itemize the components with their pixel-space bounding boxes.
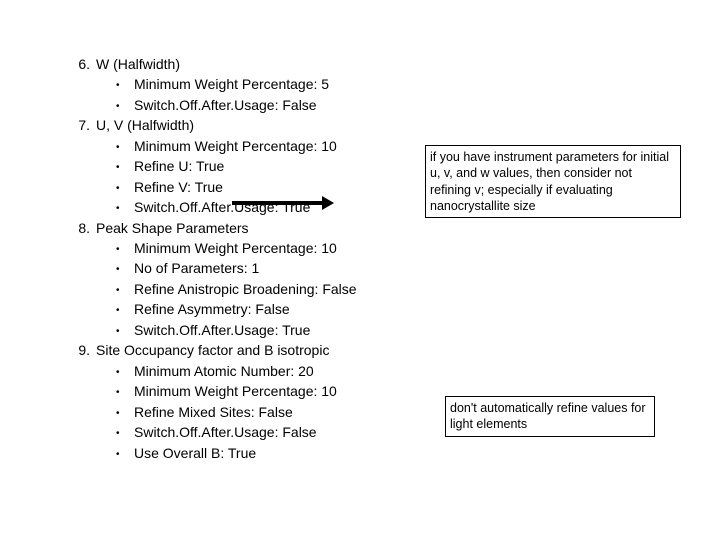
sub-item-text: Minimum Weight Percentage: 5 <box>134 74 329 94</box>
sub-item-text: Switch.Off.After.Usage: False <box>134 422 317 442</box>
bullet-icon: • <box>116 427 134 442</box>
sub-item-text: No of Parameters: 1 <box>134 258 259 278</box>
sub-item: •Switch.Off.After.Usage: False <box>116 95 672 116</box>
sub-item-text: Use Overall B: True <box>134 443 256 463</box>
item-number: 7. <box>72 115 96 135</box>
bullet-icon: • <box>116 304 134 319</box>
bullet-icon: • <box>116 263 134 278</box>
bullet-icon: • <box>116 366 134 381</box>
sub-item-text: Refine U: True <box>134 156 224 176</box>
bullet-icon: • <box>116 448 134 463</box>
sub-item-text: Switch.Off.After.Usage: False <box>134 95 317 115</box>
sub-item: •Minimum Atomic Number: 20 <box>116 361 672 382</box>
sub-item-text: Minimum Weight Percentage: 10 <box>134 136 337 156</box>
sub-item-text: Refine Anistropic Broadening: False <box>134 279 357 299</box>
sub-item-text: Minimum Weight Percentage: 10 <box>134 381 337 401</box>
bullet-icon: • <box>116 161 134 176</box>
sub-item-text: Refine Mixed Sites: False <box>134 402 293 422</box>
note-box-1: if you have instrument parameters for in… <box>425 145 681 218</box>
item-number: 8. <box>72 218 96 238</box>
bullet-icon: • <box>116 407 134 422</box>
sub-item: •No of Parameters: 1 <box>116 258 672 279</box>
bullet-icon: • <box>116 202 134 217</box>
sub-item-text: Minimum Atomic Number: 20 <box>134 361 314 381</box>
bullet-icon: • <box>116 182 134 197</box>
list-item: 9.Site Occupancy factor and B isotropic <box>72 340 672 360</box>
sub-item: •Refine Asymmetry: False <box>116 299 672 320</box>
item-number: 6. <box>72 54 96 74</box>
list-item: 8.Peak Shape Parameters <box>72 218 672 238</box>
sub-item-text: Switch.Off.After.Usage: True <box>134 320 310 340</box>
item-title: Peak Shape Parameters <box>96 218 249 238</box>
list-item: 6.W (Halfwidth) <box>72 54 672 74</box>
bullet-icon: • <box>116 141 134 156</box>
sub-item: •Use Overall B: True <box>116 443 672 464</box>
bullet-icon: • <box>116 100 134 115</box>
item-title: Site Occupancy factor and B isotropic <box>96 340 329 360</box>
bullet-icon: • <box>116 325 134 340</box>
sub-item-text: Minimum Weight Percentage: 10 <box>134 238 337 258</box>
list-item: 7.U, V (Halfwidth) <box>72 115 672 135</box>
sub-item: •Switch.Off.After.Usage: True <box>116 320 672 341</box>
sub-item: •Refine Anistropic Broadening: False <box>116 279 672 300</box>
sub-item: •Minimum Weight Percentage: 5 <box>116 74 672 95</box>
bullet-icon: • <box>116 79 134 94</box>
note-box-2: don't automatically refine values for li… <box>445 396 655 437</box>
sub-item-text: Refine V: True <box>134 177 223 197</box>
item-title: W (Halfwidth) <box>96 54 180 74</box>
item-number: 9. <box>72 340 96 360</box>
bullet-icon: • <box>116 386 134 401</box>
arrow-icon <box>232 201 324 205</box>
sub-item: •Minimum Weight Percentage: 10 <box>116 238 672 259</box>
item-title: U, V (Halfwidth) <box>96 115 194 135</box>
bullet-icon: • <box>116 284 134 299</box>
bullet-icon: • <box>116 243 134 258</box>
sub-item-text: Refine Asymmetry: False <box>134 299 290 319</box>
